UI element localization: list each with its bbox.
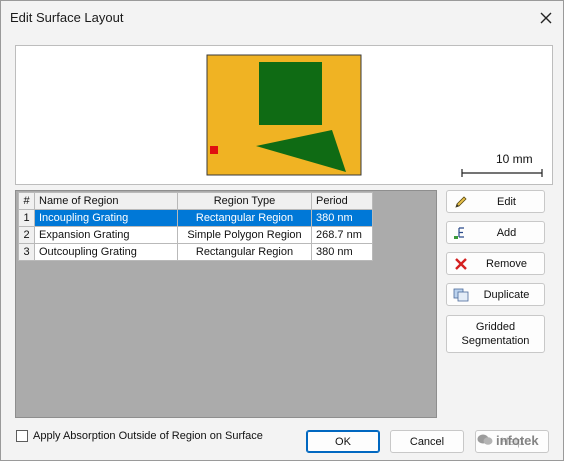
duplicate-icon bbox=[453, 288, 469, 302]
column-header-period[interactable]: Period bbox=[311, 192, 373, 210]
watermark: infotek bbox=[477, 429, 539, 451]
gridded-label: Gridded bbox=[475, 321, 516, 333]
duplicate-button[interactable]: Duplicate bbox=[446, 283, 545, 306]
column-header-number: # bbox=[18, 192, 35, 210]
close-button[interactable] bbox=[533, 5, 559, 31]
add-icon bbox=[454, 227, 464, 239]
table-row[interactable]: 2 Expansion Grating Simple Polygon Regio… bbox=[18, 226, 373, 244]
cancel-button[interactable]: Cancel bbox=[390, 430, 464, 453]
column-header-type[interactable]: Region Type bbox=[177, 192, 312, 210]
table-row[interactable]: 3 Outcoupling Grating Rectangular Region… bbox=[18, 243, 373, 261]
region-type-cell[interactable]: Rectangular Region bbox=[177, 209, 312, 227]
region-name-cell[interactable]: Incoupling Grating bbox=[34, 209, 178, 227]
close-icon bbox=[540, 12, 552, 24]
marker-shape bbox=[210, 146, 218, 154]
title-bar: Edit Surface Layout bbox=[1, 1, 563, 35]
edit-button[interactable]: Edit bbox=[446, 190, 545, 213]
cancel-button-label: Cancel bbox=[409, 435, 445, 448]
region-table: # Name of Region Region Type Period 1 In… bbox=[18, 192, 373, 261]
remove-button-label: Remove bbox=[486, 257, 527, 270]
scale-bar bbox=[461, 169, 543, 177]
region-type-cell[interactable]: Rectangular Region bbox=[177, 243, 312, 261]
red-x-icon bbox=[455, 258, 467, 270]
ok-button-label: OK bbox=[335, 435, 351, 448]
window-title: Edit Surface Layout bbox=[10, 10, 124, 25]
absorption-checkbox[interactable] bbox=[16, 430, 28, 442]
edit-surface-layout-dialog: Edit Surface Layout 10 mm # Name of Regi… bbox=[0, 0, 564, 461]
watermark-text: infotek bbox=[496, 432, 539, 448]
absorption-label: Apply Absorption Outside of Region on Su… bbox=[33, 430, 263, 442]
region-period-cell[interactable]: 380 nm bbox=[311, 209, 373, 227]
column-header-name[interactable]: Name of Region bbox=[34, 192, 178, 210]
duplicate-button-label: Duplicate bbox=[483, 288, 530, 301]
chat-bubble-icon bbox=[477, 434, 493, 445]
region-period-cell[interactable]: 268.7 nm bbox=[311, 226, 373, 244]
scale-label: 10 mm bbox=[496, 152, 533, 166]
add-button[interactable]: Add bbox=[446, 221, 545, 244]
row-number: 3 bbox=[18, 243, 35, 261]
layout-preview: 10 mm bbox=[15, 45, 553, 185]
region-table-area[interactable]: # Name of Region Region Type Period 1 In… bbox=[15, 190, 437, 418]
segmentation-label: Segmentation bbox=[461, 335, 530, 347]
region-name-cell[interactable]: Expansion Grating bbox=[34, 226, 178, 244]
region-name-cell[interactable]: Outcoupling Grating bbox=[34, 243, 178, 261]
region-period-cell[interactable]: 380 nm bbox=[311, 243, 373, 261]
edit-button-label: Edit bbox=[497, 195, 516, 208]
gridded-segmentation-button[interactable]: Gridded Segmentation bbox=[446, 315, 545, 353]
incoupling-grating-shape[interactable] bbox=[259, 62, 322, 125]
pencil-icon bbox=[455, 196, 467, 208]
region-type-cell[interactable]: Simple Polygon Region bbox=[177, 226, 312, 244]
add-button-label: Add bbox=[496, 226, 517, 239]
absorption-option[interactable]: Apply Absorption Outside of Region on Su… bbox=[16, 430, 263, 442]
table-header-row: # Name of Region Region Type Period bbox=[18, 192, 373, 210]
ok-button[interactable]: OK bbox=[306, 430, 380, 453]
layout-preview-canvas bbox=[206, 54, 543, 177]
remove-button[interactable]: Remove bbox=[446, 252, 545, 275]
row-number: 1 bbox=[18, 209, 35, 227]
table-row[interactable]: 1 Incoupling Grating Rectangular Region … bbox=[18, 209, 373, 227]
row-number: 2 bbox=[18, 226, 35, 244]
